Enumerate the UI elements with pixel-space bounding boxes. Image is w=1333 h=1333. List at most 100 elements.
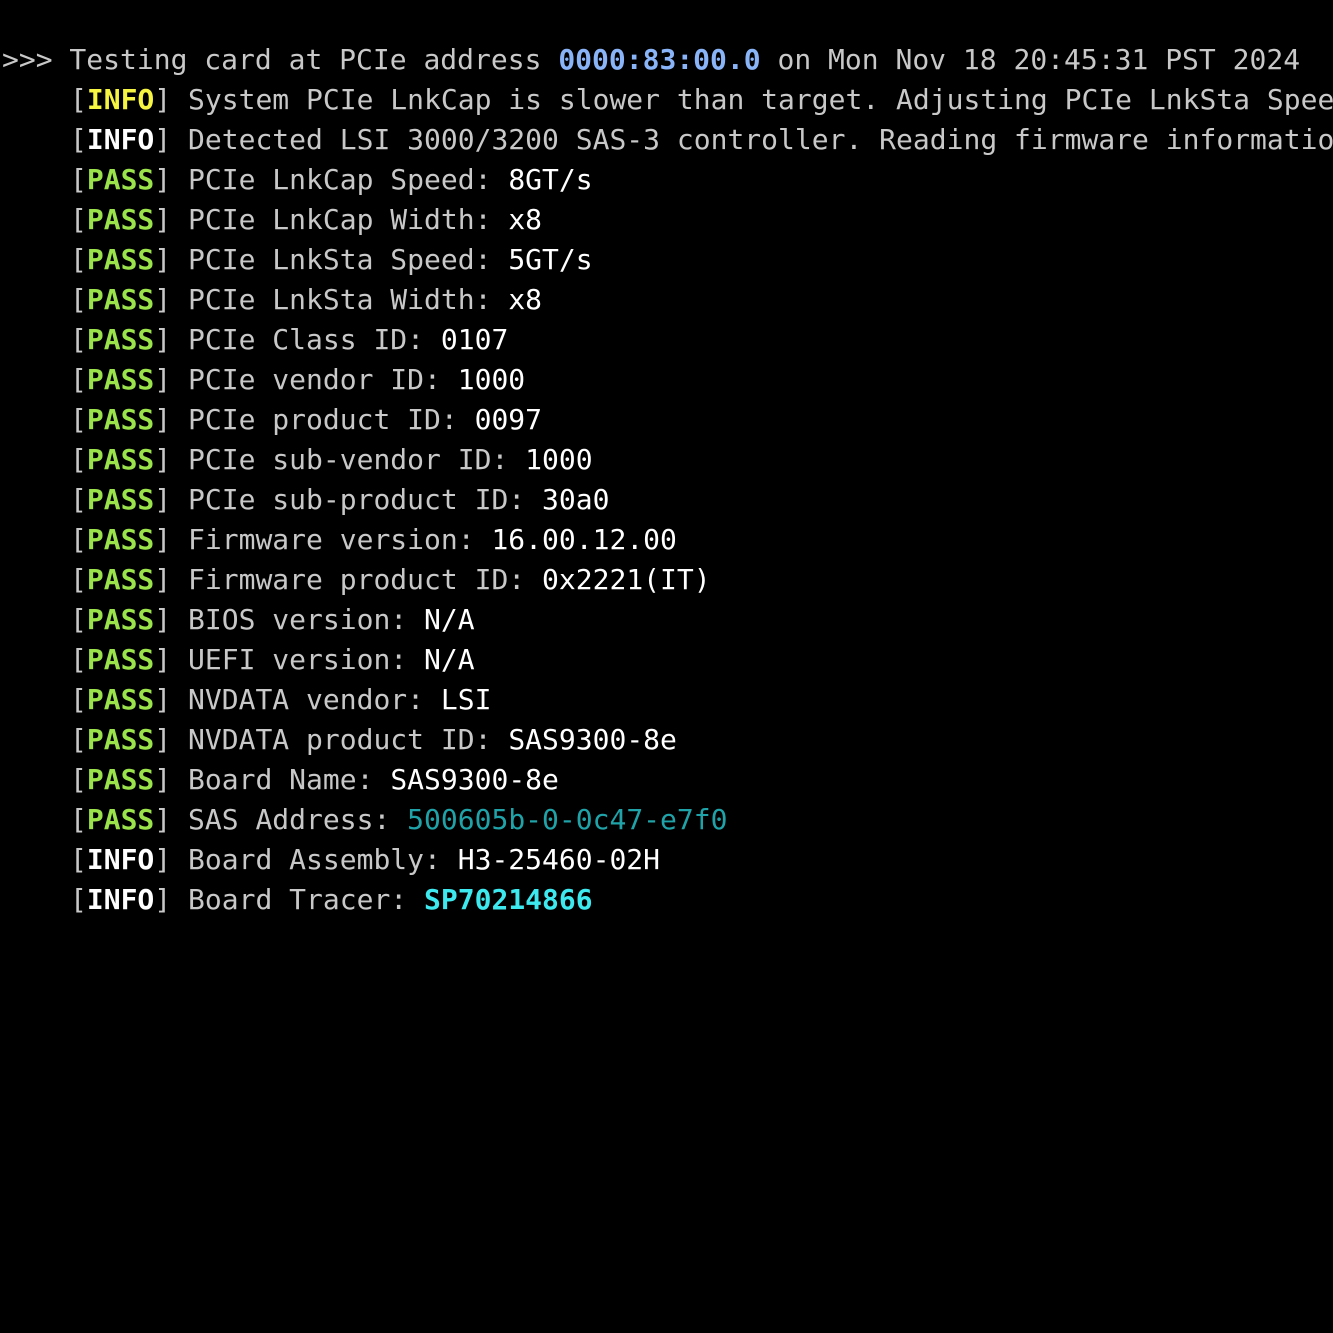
bracket-open: [	[70, 883, 87, 916]
log-line: [INFO] Detected LSI 3000/3200 SAS-3 cont…	[0, 120, 1333, 160]
bracket-close: ]	[154, 203, 189, 236]
log-value: H3-25460-02H	[457, 843, 661, 876]
log-label: Firmware product ID:	[188, 563, 543, 596]
bracket-open: [	[70, 603, 87, 636]
log-label: PCIe LnkSta Width:	[188, 283, 509, 316]
bracket-open: [	[70, 843, 87, 876]
bracket-close: ]	[154, 763, 189, 796]
bracket-close: ]	[154, 363, 189, 396]
test-header-line: >>> Testing card at PCIe address 0000:83…	[0, 40, 1333, 80]
terminal-output[interactable]: >>> Testing card at PCIe address 0000:83…	[0, 40, 1333, 1333]
bracket-open: [	[70, 643, 87, 676]
log-value: N/A	[424, 603, 475, 636]
log-line: [PASS] PCIe product ID: 0097	[0, 400, 1333, 440]
bracket-open: [	[70, 283, 87, 316]
status-tag: PASS	[86, 643, 155, 676]
log-value: SAS9300-8e	[508, 723, 677, 756]
log-line: [INFO] System PCIe LnkCap is slower than…	[0, 80, 1333, 120]
log-value: 0097	[474, 403, 543, 436]
status-tag: INFO	[86, 883, 155, 916]
log-value: N/A	[424, 643, 475, 676]
log-label: Board Tracer:	[188, 883, 425, 916]
log-line: [INFO] Board Tracer: SP70214866	[0, 880, 1333, 920]
log-label: PCIe Class ID:	[188, 323, 441, 356]
log-label: SAS Address:	[188, 803, 408, 836]
bracket-close: ]	[154, 803, 189, 836]
bracket-close: ]	[154, 163, 189, 196]
bracket-close: ]	[154, 123, 189, 156]
bracket-open: [	[70, 363, 87, 396]
log-value: 8GT/s	[508, 163, 593, 196]
pcie-address: 0000:83:00.0	[558, 43, 761, 76]
bracket-open: [	[70, 483, 87, 516]
log-line: [PASS] Firmware version: 16.00.12.00	[0, 520, 1333, 560]
bracket-open: [	[70, 763, 87, 796]
bracket-open: [	[70, 83, 87, 116]
status-tag: PASS	[86, 443, 155, 476]
bracket-open: [	[70, 243, 87, 276]
bracket-close: ]	[154, 403, 189, 436]
bracket-open: [	[70, 123, 87, 156]
bracket-close: ]	[154, 523, 189, 556]
bracket-open: [	[70, 323, 87, 356]
bracket-open: [	[70, 563, 87, 596]
bracket-open: [	[70, 723, 87, 756]
bracket-close: ]	[154, 323, 189, 356]
bracket-close: ]	[154, 723, 189, 756]
status-tag: PASS	[86, 163, 155, 196]
log-line: [PASS] UEFI version: N/A	[0, 640, 1333, 680]
status-tag: PASS	[86, 203, 155, 236]
bracket-close: ]	[154, 603, 189, 636]
header-suffix: on Mon Nov 18 20:45:31 PST 2024	[760, 43, 1301, 76]
status-tag: PASS	[86, 563, 155, 596]
bracket-open: [	[70, 803, 87, 836]
bracket-close: ]	[154, 843, 189, 876]
bracket-open: [	[70, 683, 87, 716]
status-tag: PASS	[86, 403, 155, 436]
log-label: System PCIe LnkCap is slower than target…	[188, 83, 1333, 116]
log-value: SP70214866	[424, 883, 593, 916]
log-line: [PASS] PCIe vendor ID: 1000	[0, 360, 1333, 400]
status-tag: PASS	[86, 603, 155, 636]
log-line: [PASS] PCIe LnkCap Width: x8	[0, 200, 1333, 240]
log-value: x8	[508, 283, 543, 316]
log-line: [PASS] PCIe Class ID: 0107	[0, 320, 1333, 360]
bracket-close: ]	[154, 243, 189, 276]
status-tag: PASS	[86, 683, 155, 716]
log-value: 0x2221(IT)	[542, 563, 711, 596]
log-line: [PASS] SAS Address: 500605b-0-0c47-e7f0	[0, 800, 1333, 840]
log-label: Board Name:	[188, 763, 391, 796]
log-value: 30a0	[542, 483, 610, 516]
bracket-close: ]	[154, 283, 189, 316]
log-line: [PASS] Board Name: SAS9300-8e	[0, 760, 1333, 800]
log-label: NVDATA vendor:	[188, 683, 441, 716]
log-line: [PASS] PCIe LnkSta Width: x8	[0, 280, 1333, 320]
bracket-open: [	[70, 163, 87, 196]
status-tag: INFO	[86, 123, 155, 156]
log-line: [INFO] Board Assembly: H3-25460-02H	[0, 840, 1333, 880]
status-tag: PASS	[86, 483, 155, 516]
log-line: [PASS] NVDATA product ID: SAS9300-8e	[0, 720, 1333, 760]
shell-prompt: >>>	[2, 43, 53, 76]
status-tag: INFO	[86, 843, 155, 876]
log-value: x8	[508, 203, 543, 236]
log-line: [PASS] NVDATA vendor: LSI	[0, 680, 1333, 720]
log-line: [PASS] BIOS version: N/A	[0, 600, 1333, 640]
log-line: [PASS] PCIe sub-product ID: 30a0	[0, 480, 1333, 520]
status-tag: PASS	[86, 363, 155, 396]
bracket-close: ]	[154, 83, 189, 116]
log-label: Detected LSI 3000/3200 SAS-3 controller.…	[188, 123, 1333, 156]
log-value: 500605b-0-0c47-e7f0	[407, 803, 728, 836]
log-label: PCIe sub-vendor ID:	[188, 443, 526, 476]
log-label: PCIe sub-product ID:	[188, 483, 543, 516]
bracket-close: ]	[154, 643, 189, 676]
log-line: [PASS] Firmware product ID: 0x2221(IT)	[0, 560, 1333, 600]
status-tag: PASS	[86, 243, 155, 276]
header-prefix: Testing card at PCIe address	[52, 43, 559, 76]
bracket-close: ]	[154, 683, 189, 716]
log-value: 1000	[525, 443, 593, 476]
log-label: PCIe product ID:	[188, 403, 475, 436]
log-label: Board Assembly:	[188, 843, 458, 876]
bracket-close: ]	[154, 483, 189, 516]
status-tag: PASS	[86, 283, 155, 316]
